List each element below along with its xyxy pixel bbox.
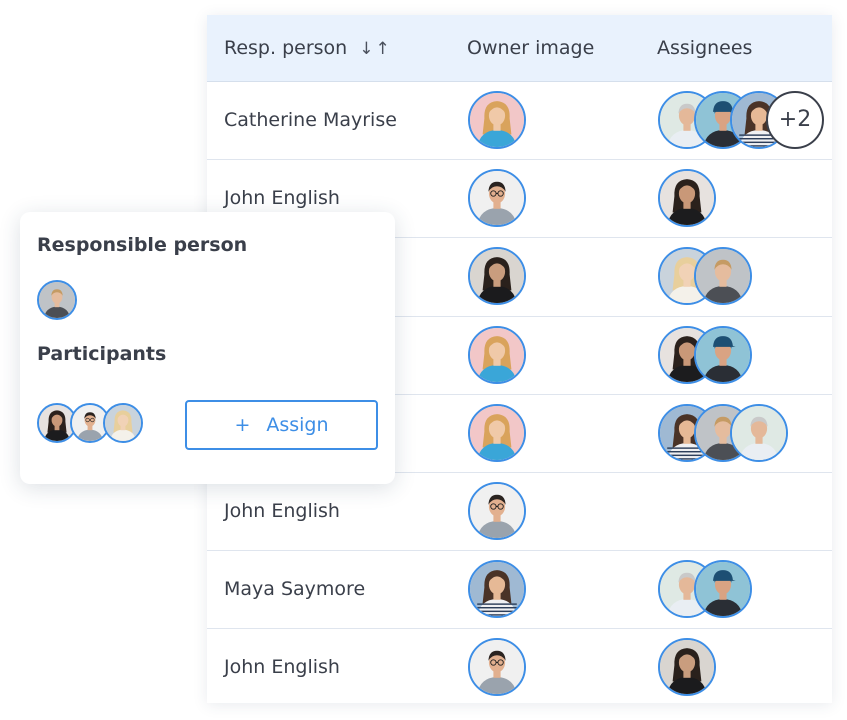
owner-avatar[interactable] [468, 247, 526, 306]
app-stage: Resp. person ↓↑ Owner image Assignees Cat… [0, 0, 847, 720]
assignees-avatars [658, 638, 832, 697]
owner-avatar[interactable] [468, 325, 526, 384]
column-header-owner-image: Owner image [467, 37, 595, 59]
resp-person-name: Catherine Mayrise [224, 109, 397, 131]
owner-avatar[interactable] [468, 403, 526, 462]
assignee-avatar[interactable] [658, 169, 716, 228]
assignee-avatar[interactable] [658, 638, 716, 697]
table-row[interactable]: John English [207, 629, 832, 703]
owner-avatar[interactable] [468, 481, 526, 540]
plus-icon: + [234, 414, 251, 436]
owner-avatar[interactable] [468, 638, 526, 697]
participant-avatar[interactable] [103, 403, 143, 443]
sort-arrows-icon[interactable]: ↓↑ [359, 39, 392, 59]
assignees-avatars [658, 560, 832, 619]
assignees-avatars [658, 482, 832, 540]
resp-person-name: Maya Saymore [224, 578, 366, 601]
owner-avatar[interactable] [468, 91, 526, 149]
assignee-avatar[interactable] [730, 403, 788, 462]
responsible-person-avatar[interactable] [37, 280, 77, 320]
assign-button-label: Assign [266, 414, 329, 436]
assignees-avatars: +2 [658, 91, 832, 149]
responsible-person-title: Responsible person [37, 234, 248, 256]
owner-avatar[interactable] [468, 169, 526, 228]
assignee-avatar[interactable] [694, 325, 752, 384]
column-header-resp-person-label: Resp. person [224, 37, 348, 59]
resp-person-name: John English [224, 656, 340, 679]
table-header: Resp. person ↓↑ Owner image Assignees [207, 15, 832, 82]
assignees-avatars [658, 169, 832, 228]
assignees-avatars [658, 247, 832, 306]
assignees-avatars [658, 403, 832, 462]
participants-title: Participants [37, 343, 167, 365]
assignee-avatar[interactable] [694, 247, 752, 306]
column-header-resp-person[interactable]: Resp. person ↓↑ [224, 15, 392, 81]
assign-button[interactable]: + Assign [185, 400, 378, 450]
assignee-avatar[interactable] [694, 560, 752, 619]
table-row[interactable]: Catherine Mayrise +2 [207, 82, 832, 161]
assign-popover: Responsible person Participants + Assign [20, 212, 395, 484]
table-row[interactable]: Maya Saymore [207, 551, 832, 630]
table-row[interactable]: John English [207, 473, 832, 552]
column-header-assignees: Assignees [657, 37, 753, 59]
assignees-avatars [658, 325, 832, 384]
owner-avatar[interactable] [468, 560, 526, 619]
more-assignees-badge[interactable]: +2 [766, 91, 824, 149]
resp-person-name: John English [224, 499, 340, 522]
